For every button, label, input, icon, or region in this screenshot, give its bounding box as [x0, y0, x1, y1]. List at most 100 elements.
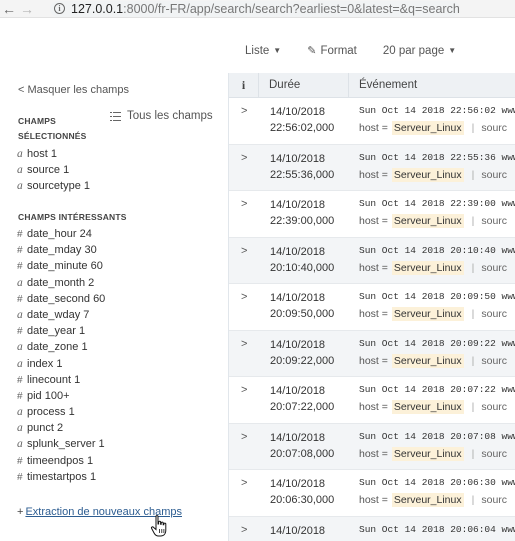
- caret-down-icon: ▼: [448, 46, 457, 55]
- field-separator: |: [471, 215, 475, 227]
- field-item[interactable]: # date_minute 60: [17, 258, 105, 274]
- event-fields-line: host = Serveur_Linux | sourc: [359, 400, 507, 414]
- field-item[interactable]: # timestartpos 1: [17, 469, 105, 485]
- host-field-value[interactable]: Serveur_Linux: [391, 214, 464, 228]
- source-field-key: sourc: [481, 354, 508, 367]
- numeric-field-icon: #: [17, 245, 23, 257]
- address-bar[interactable]: i 127.0.0.1:8000/fr-FR/app/search/search…: [50, 0, 460, 17]
- event-time: 22:55:36,000: [270, 168, 335, 181]
- event-raw-text: Sun Oct 14 2018 20:07:08 www: [359, 430, 515, 442]
- field-item[interactable]: # timeendpos 1: [17, 453, 105, 469]
- field-name: sourcetype: [27, 180, 81, 193]
- field-name: pid: [27, 389, 42, 402]
- field-item[interactable]: a date_wday 7: [17, 307, 105, 323]
- format-button[interactable]: ✎ Format: [307, 44, 357, 58]
- expand-chevron-icon[interactable]: >: [241, 431, 247, 443]
- per-page-label: 20 par page: [382, 44, 445, 57]
- field-item[interactable]: a splunk_server 1: [17, 436, 105, 452]
- event-raw-text: Sun Oct 14 2018 20:07:22 www: [359, 384, 515, 395]
- host-field-value[interactable]: Serveur_Linux: [391, 353, 464, 368]
- info-column-header[interactable]: i: [229, 73, 259, 98]
- info-icon[interactable]: i: [54, 3, 65, 14]
- host-field-value[interactable]: Serveur_Linux: [391, 307, 464, 321]
- selected-fields-title: CHAMPS SÉLECTIONNÉS: [18, 114, 87, 144]
- hide-fields-link[interactable]: < Masquer les champs: [18, 84, 129, 96]
- field-separator: |: [471, 308, 475, 320]
- event-fields-line: host = Serveur_Linux | sourc: [359, 493, 507, 507]
- expand-chevron-icon[interactable]: >: [241, 291, 247, 303]
- table-row: >14/10/2018 20:09:22,000 Sun Oct 14 2018 2…: [229, 330, 515, 377]
- event-date: 14/10/2018: [270, 478, 326, 490]
- forward-arrow-icon[interactable]: →: [18, 2, 36, 16]
- pencil-icon: ✎: [307, 45, 317, 57]
- string-field-icon: a: [17, 406, 23, 419]
- host-field-value[interactable]: Serveur_Linux: [391, 493, 464, 507]
- host-field-value[interactable]: Serveur_Linux: [391, 446, 464, 461]
- field-count: 1: [68, 406, 75, 419]
- events-table: i Durée Événement >14/10/2018 22:56:02,00…: [229, 73, 515, 541]
- expand-chevron-icon[interactable]: >: [241, 524, 247, 536]
- list-icon: [110, 111, 121, 121]
- event-time: 20:07:22,000: [270, 401, 335, 413]
- field-item[interactable]: # date_mday 30: [17, 242, 105, 258]
- numeric-field-icon: #: [17, 261, 23, 273]
- event-date: 14/10/2018: [270, 106, 326, 118]
- field-item[interactable]: a date_month 2: [17, 275, 105, 291]
- field-item[interactable]: a process 1: [17, 404, 105, 420]
- field-item[interactable]: # pid 100+: [17, 388, 105, 404]
- event-fields-line: host = Serveur_Linux | sourc: [359, 167, 507, 182]
- event-date: 14/10/2018: [270, 385, 326, 397]
- field-item[interactable]: # date_year 1: [17, 323, 105, 339]
- string-field-icon: a: [17, 164, 23, 177]
- field-count: 1: [83, 180, 90, 193]
- field-item[interactable]: # linecount 1: [17, 372, 105, 388]
- event-time-cell: 14/10/2018 20:09:22,000: [270, 337, 334, 369]
- field-name: process: [27, 406, 66, 419]
- field-count: 1: [50, 148, 57, 160]
- host-field-value[interactable]: Serveur_Linux: [391, 260, 464, 275]
- event-time-cell: 14/10/2018 20:07:22,000: [270, 383, 334, 415]
- expand-chevron-icon[interactable]: >: [241, 338, 247, 350]
- expand-chevron-icon[interactable]: >: [241, 477, 247, 489]
- event-raw-text: Sun Oct 14 2018 20:09:50 www: [359, 291, 515, 302]
- list-view-dropdown[interactable]: Liste ▼: [245, 45, 281, 57]
- all-fields-button[interactable]: Tous les champs: [110, 110, 213, 122]
- expand-chevron-icon[interactable]: >: [241, 245, 247, 257]
- field-name: date_wday: [27, 308, 81, 321]
- expand-chevron-icon[interactable]: >: [241, 152, 247, 164]
- string-field-icon: a: [17, 308, 23, 321]
- table-row: >14/10/2018 20:07:08,000 Sun Oct 14 2018 2…: [229, 423, 515, 470]
- per-page-dropdown[interactable]: 20 par page ▼: [383, 45, 456, 57]
- event-time-cell: 14/10/2018 22:39:00,000: [270, 197, 334, 229]
- duration-column-header[interactable]: Durée: [259, 73, 349, 98]
- event-time-cell: 14/10/2018 20:10:40,000: [270, 244, 334, 276]
- event-time: 20:09:22,000: [270, 354, 335, 367]
- field-name: punct: [27, 422, 54, 435]
- host-field-key: host =: [359, 168, 388, 181]
- table-body: >14/10/2018 22:56:02,000 Sun Oct 14 2018 2…: [229, 98, 515, 541]
- field-item[interactable]: # date_hour 24: [17, 226, 105, 242]
- back-arrow-icon[interactable]: ←: [0, 2, 18, 16]
- event-column-header[interactable]: Événement: [349, 73, 417, 98]
- field-item[interactable]: a host 1: [17, 146, 90, 162]
- field-item[interactable]: a date_zone 1: [17, 339, 105, 355]
- field-separator: |: [471, 122, 475, 134]
- source-field-key: sourc: [481, 308, 508, 320]
- expand-chevron-icon[interactable]: >: [241, 105, 247, 117]
- field-item[interactable]: a source 1: [17, 162, 90, 178]
- table-row: >14/10/2018 20:10:40,000 Sun Oct 14 2018 2…: [229, 237, 515, 284]
- field-item[interactable]: # date_second 60: [17, 291, 105, 307]
- event-raw-text: Sun Oct 14 2018 20:09:22 www: [359, 337, 515, 349]
- field-item[interactable]: a sourcetype 1: [17, 178, 90, 194]
- field-item[interactable]: a index 1: [17, 356, 105, 372]
- source-field-key: sourc: [481, 122, 508, 134]
- host-field-value[interactable]: Serveur_Linux: [391, 121, 464, 135]
- host-field-value[interactable]: Serveur_Linux: [391, 167, 464, 182]
- expand-chevron-icon[interactable]: >: [241, 384, 247, 396]
- expand-chevron-icon[interactable]: >: [241, 198, 247, 210]
- table-row: >14/10/2018 20:07:22,000 Sun Oct 14 2018 2…: [229, 377, 515, 424]
- host-field-value[interactable]: Serveur_Linux: [391, 400, 464, 414]
- field-item[interactable]: a punct 2: [17, 420, 105, 436]
- field-name: date_second: [27, 292, 90, 305]
- event-fields-line: host = Serveur_Linux | sourc: [359, 214, 507, 228]
